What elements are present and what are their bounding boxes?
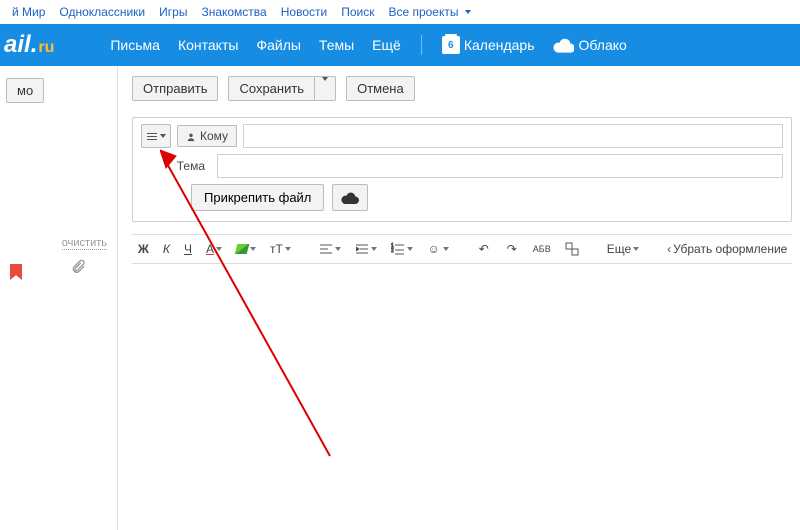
- align-icon: [319, 242, 333, 256]
- top-link-all-projects[interactable]: Все проекты: [388, 5, 470, 19]
- sidebar: мо очистить: [0, 66, 118, 530]
- format-toolbar: Ж К Ч A тT 12 ☺ ↶ ↷ АБВ Еще ‹ Убрать офо…: [132, 234, 792, 264]
- undo-button[interactable]: ↶: [475, 241, 493, 257]
- nav-separator: [421, 35, 422, 55]
- marker-icon: [235, 244, 250, 254]
- font-size-button[interactable]: тT: [268, 241, 293, 257]
- save-dropdown[interactable]: [314, 76, 336, 101]
- chevron-down-icon: [465, 10, 471, 14]
- compose-box: Кому Тема Прикрепить файл: [132, 117, 792, 222]
- save-splitbutton: Сохранить: [228, 76, 336, 101]
- align-button[interactable]: [317, 241, 343, 257]
- sidebar-fragment-button[interactable]: мо: [6, 78, 44, 103]
- emoji-button[interactable]: ☺: [425, 241, 451, 257]
- indent-button[interactable]: [353, 241, 379, 257]
- undo-icon: ↶: [477, 242, 491, 256]
- nav-files[interactable]: Файлы: [256, 37, 300, 53]
- logo-text: ail: [4, 31, 31, 59]
- top-link-games[interactable]: Игры: [159, 5, 187, 19]
- to-field-button[interactable]: Кому: [177, 125, 237, 147]
- list-icon: 12: [391, 242, 405, 256]
- top-link-news[interactable]: Новости: [281, 5, 327, 19]
- all-projects-label: Все проекты: [388, 5, 458, 19]
- translit-icon: [565, 242, 579, 256]
- cancel-button[interactable]: Отмена: [346, 76, 415, 101]
- logo-ru: ru: [38, 39, 54, 57]
- logo-dot: .: [31, 31, 38, 59]
- attach-from-cloud-button[interactable]: [332, 184, 368, 211]
- subject-input[interactable]: [217, 154, 783, 178]
- redo-button[interactable]: ↷: [503, 241, 521, 257]
- underline-button[interactable]: Ч: [182, 241, 194, 257]
- nav-themes[interactable]: Темы: [319, 37, 354, 53]
- workarea: мо очистить Отправить Сохранить Отмена: [0, 66, 800, 530]
- hamburger-icon: [147, 131, 157, 142]
- text-color-button[interactable]: A: [204, 241, 224, 257]
- attach-file-button[interactable]: Прикрепить файл: [191, 184, 324, 211]
- svg-text:2: 2: [391, 248, 394, 254]
- bold-button[interactable]: Ж: [136, 241, 151, 257]
- top-link-my[interactable]: й Мир: [12, 5, 45, 19]
- top-link-search[interactable]: Поиск: [341, 5, 374, 19]
- nav-contacts[interactable]: Контакты: [178, 37, 238, 53]
- to-label: Кому: [200, 129, 228, 143]
- highlight-button[interactable]: [234, 243, 258, 255]
- chevron-down-icon: [322, 77, 328, 96]
- to-input[interactable]: [243, 124, 783, 148]
- indent-icon: [355, 242, 369, 256]
- redo-icon: ↷: [505, 242, 519, 256]
- header-bar: ail.ru Письма Контакты Файлы Темы Ещё 6 …: [0, 24, 800, 66]
- top-link-ok[interactable]: Одноклассники: [59, 5, 145, 19]
- action-row: Отправить Сохранить Отмена: [132, 76, 792, 101]
- fields-menu-toggle[interactable]: [141, 124, 171, 148]
- main-nav: Письма Контакты Файлы Темы Ещё 6 Календа…: [110, 35, 626, 55]
- save-button[interactable]: Сохранить: [228, 76, 314, 101]
- nav-calendar-label: Календарь: [464, 37, 535, 53]
- top-link-dating[interactable]: Знакомства: [201, 5, 266, 19]
- list-button[interactable]: 12: [389, 241, 415, 257]
- bookmark-icon[interactable]: [10, 264, 22, 280]
- compose-area: Отправить Сохранить Отмена Кому: [118, 66, 800, 530]
- emoji-icon: ☺: [427, 242, 441, 256]
- remove-formatting-button[interactable]: ‹ Убрать оформление: [665, 241, 789, 257]
- sidebar-clear[interactable]: очистить: [0, 237, 117, 249]
- person-icon: [186, 131, 196, 141]
- send-button[interactable]: Отправить: [132, 76, 218, 101]
- nav-calendar[interactable]: 6 Календарь: [442, 36, 535, 54]
- nav-cloud-label: Облако: [579, 37, 627, 53]
- more-formatting-button[interactable]: Еще: [605, 241, 641, 257]
- nav-cloud[interactable]: Облако: [553, 37, 627, 53]
- spellcheck-button[interactable]: АБВ: [531, 243, 553, 255]
- paperclip-icon[interactable]: [70, 259, 86, 280]
- nav-letters[interactable]: Письма: [110, 37, 160, 53]
- cloud-icon: [553, 38, 575, 52]
- italic-button[interactable]: К: [161, 241, 172, 257]
- cloud-icon: [341, 192, 359, 204]
- calendar-icon: 6: [442, 36, 460, 54]
- chevron-down-icon: [160, 134, 166, 138]
- logo: ail.ru: [0, 31, 70, 59]
- nav-more[interactable]: Ещё: [372, 37, 401, 53]
- subject-label: Тема: [141, 159, 211, 173]
- translit-button[interactable]: [563, 241, 581, 257]
- portal-topbar: й Мир Одноклассники Игры Знакомства Ново…: [0, 0, 800, 24]
